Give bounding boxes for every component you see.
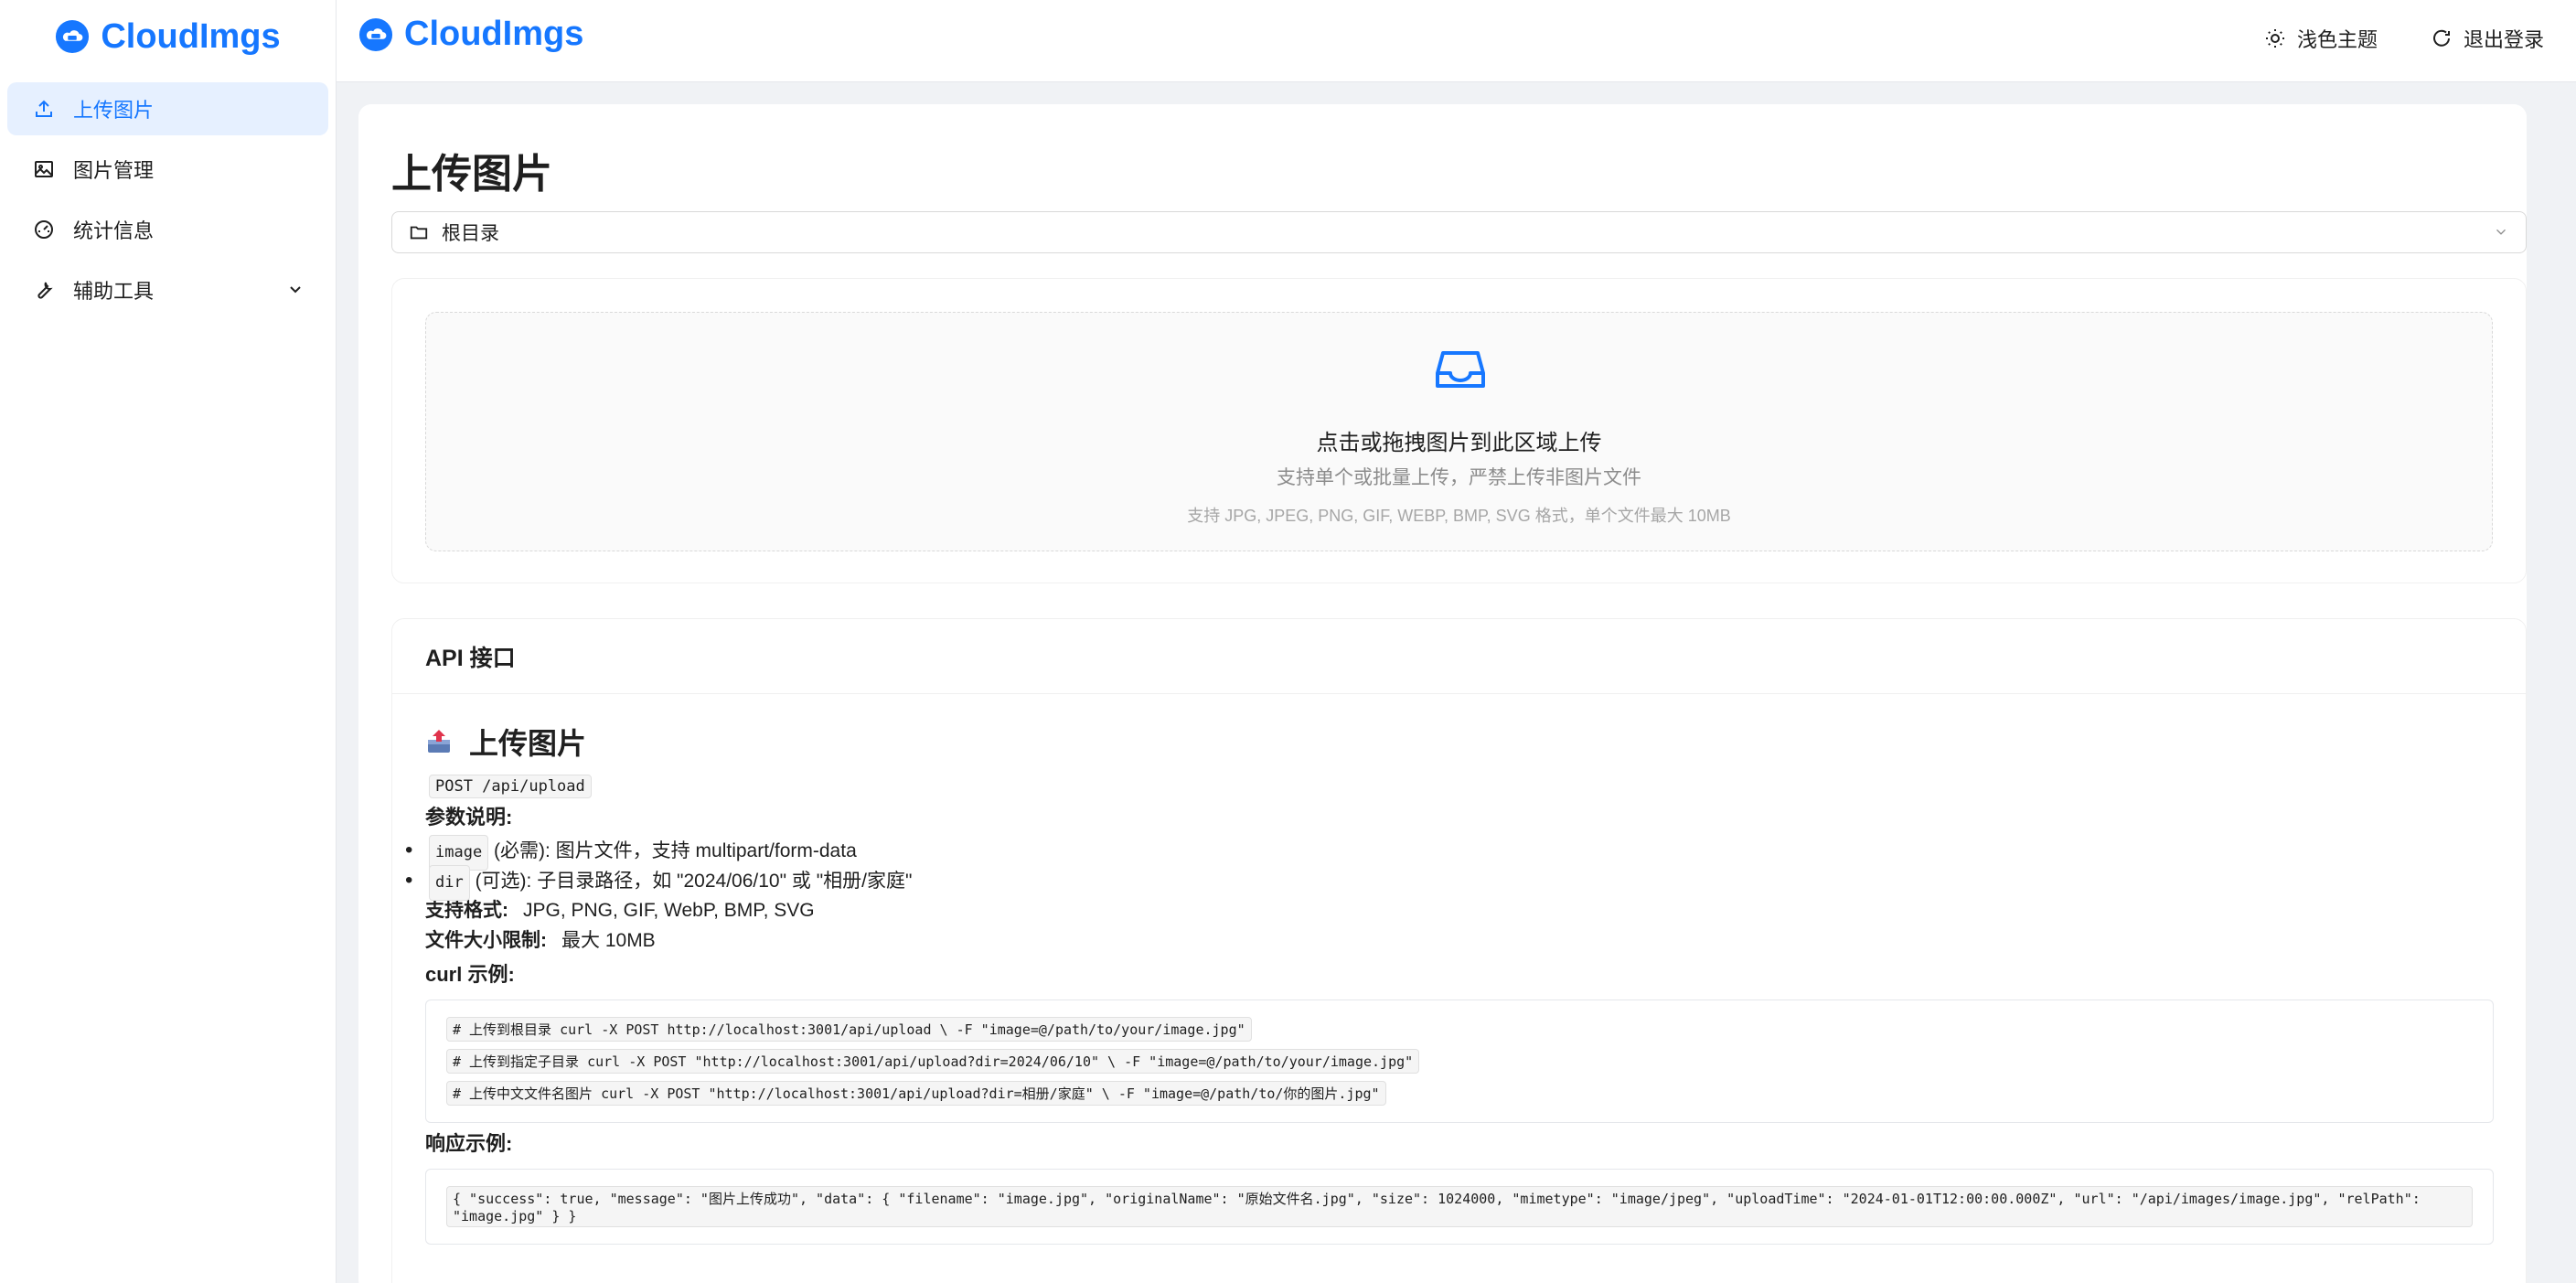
upload-panel: 点击或拖拽图片到此区域上传 支持单个或批量上传，严禁上传非图片文件 支持 JPG… [391,278,2527,583]
code-line: # 上传到指定子目录 curl -X POST "http://localhos… [446,1049,2473,1074]
logout-label: 退出登录 [2464,28,2545,51]
main-card: 上传图片 根目录 点击或拖拽图片到此区域上传 支持单个或批量上传，严禁上传非图片… [358,104,2527,1283]
inbox-icon [1436,351,1485,388]
api-section-title-text: 上传图片 [469,727,587,760]
api-body: 上传图片 POST /api/upload 参数说明: image (必需): … [405,722,2494,1245]
api-section-title: 上传图片 [425,722,2494,762]
sidebar-item-label: 图片管理 [73,159,155,182]
sidebar-item-upload[interactable]: 上传图片 [7,82,328,135]
page-title: 上传图片 [391,152,552,197]
sidebar-item-label: 统计信息 [73,219,155,242]
response-label: 响应示例: [425,1132,513,1155]
sidebar: CloudImgs 上传图片 图片管理 统计信息 辅助工具 [0,0,337,1283]
theme-toggle-button[interactable]: 浅色主题 [2264,24,2378,53]
cloud-logo-icon [358,17,393,51]
directory-selected-value: 根目录 [442,223,499,244]
endpoint-row: POST /api/upload [429,775,2494,798]
endpoint-code: POST /api/upload [429,775,592,798]
upload-sub-text: 支持单个或批量上传，严禁上传非图片文件 [1277,467,1641,488]
curl-code-block[interactable]: # 上传到根目录 curl -X POST http://localhost:3… [425,1000,2494,1123]
params-list: image (必需): 图片文件，支持 multipart/form-data … [405,835,2494,901]
logout-button[interactable]: 退出登录 [2431,24,2544,53]
curl-line: # 上传到根目录 curl -X POST http://localhost:3… [446,1017,1252,1042]
sidebar-item-label: 上传图片 [73,99,155,122]
param-code: dir [429,865,470,901]
chevron-down-icon [290,286,301,294]
formats-value: JPG, PNG, GIF, WebP, BMP, SVG [523,900,815,921]
curl-line: # 上传中文文件名图片 curl -X POST "http://localho… [446,1081,1386,1106]
folder-icon [410,226,428,240]
code-line: # 上传中文文件名图片 curl -X POST "http://localho… [446,1081,2473,1106]
top-header: CloudImgs 浅色主题 退出登录 [337,0,2576,82]
upload-icon [36,100,52,117]
sidebar-item-stats[interactable]: 统计信息 [7,203,328,256]
upload-hint-text: 支持 JPG, JPEG, PNG, GIF, WEBP, BMP, SVG 格… [1187,507,1731,525]
curl-line: # 上传到指定子目录 curl -X POST "http://localhos… [446,1049,1420,1074]
code-line: # 上传到根目录 curl -X POST http://localhost:3… [446,1017,2473,1042]
dashboard-icon [35,220,53,239]
param-desc: (必需): 图片文件，支持 multipart/form-data [494,840,857,861]
sidebar-item-tools[interactable]: 辅助工具 [7,263,328,316]
list-item: image (必需): 图片文件，支持 multipart/form-data [405,835,2494,871]
param-desc: (可选): 子目录路径，如 "2024/06/10" 或 "相册/家庭" [475,871,913,892]
tool-icon [37,282,53,299]
api-heading: API 接口 [392,619,2526,694]
cloud-logo-icon [56,19,90,54]
directory-select[interactable]: 根目录 [391,211,2527,253]
sidebar-item-images[interactable]: 图片管理 [7,143,328,196]
list-item: dir (可选): 子目录路径，如 "2024/06/10" 或 "相册/家庭" [405,865,2494,901]
app-name: CloudImgs [404,15,584,53]
api-panel: API 接口 上传图片 POST /api/upload 参数说明: image… [391,618,2527,1283]
params-label: 参数说明: [425,806,513,829]
chevron-down-icon [2496,229,2506,235]
sidebar-item-label: 辅助工具 [73,280,155,303]
header-logo[interactable]: CloudImgs [358,15,583,54]
upload-dropzone[interactable]: 点击或拖拽图片到此区域上传 支持单个或批量上传，严禁上传非图片文件 支持 JPG… [425,312,2493,551]
sun-icon [2266,29,2284,48]
image-icon [35,161,53,177]
formats-label: 支持格式: [425,900,508,921]
curl-label: curl 示例: [425,963,515,986]
theme-label: 浅色主题 [2297,28,2378,51]
response-json: { "success": true, "message": "图片上传成功", … [446,1186,2473,1227]
size-label: 文件大小限制: [425,930,547,951]
formats-row: 支持格式: JPG, PNG, GIF, WebP, BMP, SVG [425,895,2494,925]
size-value: 最大 10MB [561,930,656,951]
sidebar-menu: 上传图片 图片管理 统计信息 辅助工具 [0,73,336,333]
upload-main-text: 点击或拖拽图片到此区域上传 [1316,431,1602,455]
outbox-tray-icon [428,730,450,753]
logout-icon [2433,29,2450,47]
response-code-block[interactable]: { "success": true, "message": "图片上传成功", … [425,1169,2494,1245]
size-row: 文件大小限制: 最大 10MB [425,925,2494,956]
app-name: CloudImgs [101,16,281,56]
sidebar-logo[interactable]: CloudImgs [0,0,336,73]
